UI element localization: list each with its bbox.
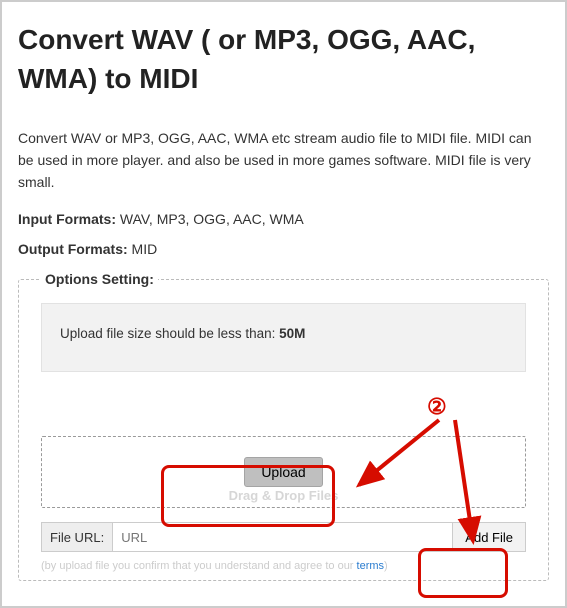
upload-size-notice: Upload file size should be less than: 50…: [41, 303, 526, 372]
upload-size-limit: 50M: [279, 326, 305, 341]
spacer: [41, 392, 526, 436]
dropzone[interactable]: Upload Drag & Drop Files: [41, 436, 526, 508]
terms-link[interactable]: terms: [357, 560, 385, 572]
output-formats-line: Output Formats: MID: [18, 241, 549, 257]
upload-button[interactable]: Upload: [244, 457, 322, 487]
output-formats-value: MID: [128, 241, 158, 257]
upload-size-text: Upload file size should be less than:: [60, 326, 279, 341]
options-fieldset: Options Setting: Upload file size should…: [18, 271, 549, 581]
file-url-label: File URL:: [41, 522, 112, 552]
file-url-row: File URL: Add File: [41, 522, 526, 552]
page-title: Convert WAV ( or MP3, OGG, AAC, WMA) to …: [18, 20, 549, 98]
page-description: Convert WAV or MP3, OGG, AAC, WMA etc st…: [18, 128, 549, 193]
input-formats-value: WAV, MP3, OGG, AAC, WMA: [116, 211, 304, 227]
annotation-ring-add-file: [418, 548, 508, 598]
drag-drop-hint: Drag & Drop Files: [229, 488, 339, 503]
file-url-input[interactable]: [112, 522, 453, 552]
input-formats-label: Input Formats:: [18, 211, 116, 227]
app-frame: Convert WAV ( or MP3, OGG, AAC, WMA) to …: [0, 0, 567, 608]
input-formats-line: Input Formats: WAV, MP3, OGG, AAC, WMA: [18, 211, 549, 227]
options-legend: Options Setting:: [41, 271, 158, 287]
add-file-button[interactable]: Add File: [453, 522, 526, 552]
output-formats-label: Output Formats:: [18, 241, 128, 257]
upload-confirm-text: (by upload file you confirm that you und…: [41, 560, 526, 572]
